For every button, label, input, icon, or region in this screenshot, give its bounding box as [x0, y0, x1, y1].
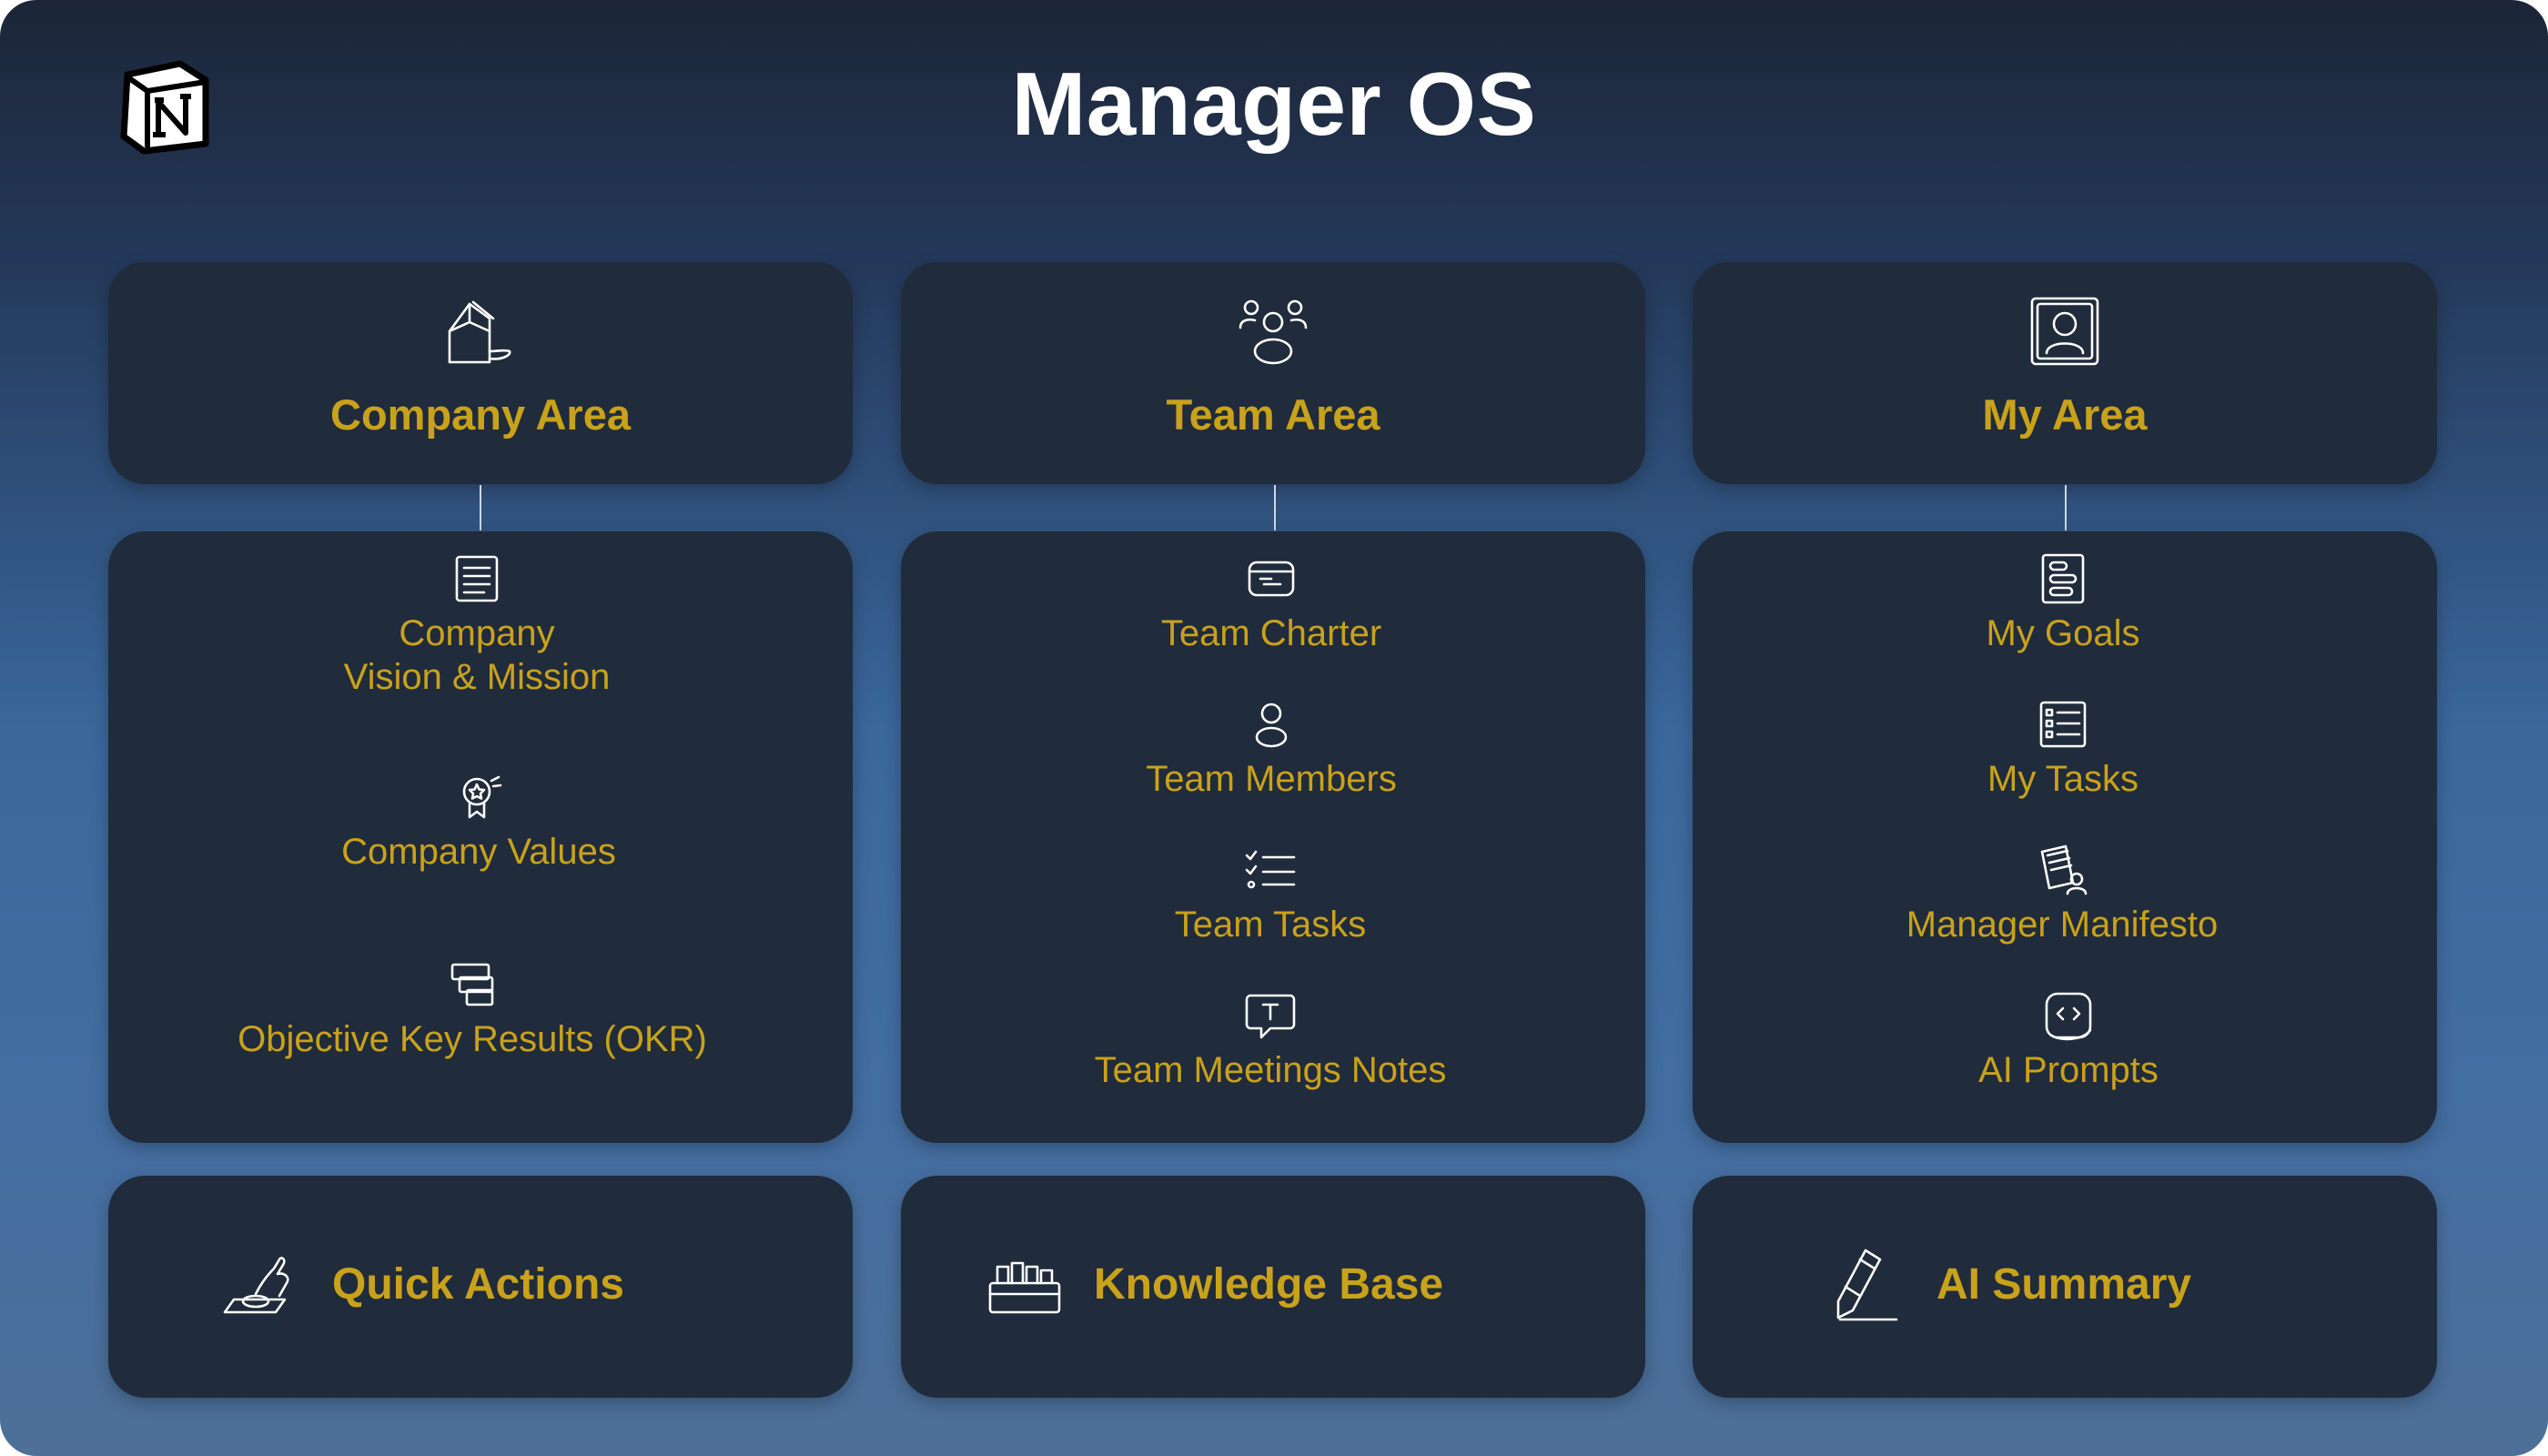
- item-label: Company Values: [341, 832, 616, 872]
- item-label: Team Tasks: [1174, 905, 1367, 945]
- item-label: Vision & Mission: [343, 657, 611, 697]
- list-item-team-charter[interactable]: Team Charter: [897, 551, 1645, 655]
- list-item-company-values[interactable]: Company Values: [105, 770, 853, 874]
- page-title: Manager OS: [1011, 54, 1537, 154]
- quick-actions-card[interactable]: Quick Actions: [108, 1176, 853, 1398]
- list-item-manager-manifesto[interactable]: Manager Manifesto: [1687, 843, 2437, 946]
- checklist-icon: [1245, 850, 1296, 889]
- my-area-card[interactable]: My Area: [1693, 262, 2437, 484]
- profile-frame-icon: [2030, 297, 2099, 366]
- company-area-list: Company Vision & Mission Company Values …: [108, 531, 853, 1143]
- company-area-label: Company Area: [330, 390, 631, 439]
- item-label: Objective Key Results (OKR): [238, 1019, 707, 1059]
- house-icon: [448, 300, 511, 364]
- award-badge-icon: [462, 775, 502, 819]
- my-area-label: My Area: [1982, 390, 2148, 439]
- list-item-my-goals[interactable]: My Goals: [1689, 551, 2437, 655]
- item-label: AI Prompts: [1978, 1050, 2159, 1090]
- item-label: Team Meetings Notes: [1094, 1050, 1447, 1090]
- item-label: My Goals: [1986, 613, 2140, 653]
- connector-line: [2065, 485, 2067, 531]
- connector-line: [1274, 485, 1276, 531]
- list-item-company-vision[interactable]: Company Vision & Mission: [101, 551, 853, 699]
- knowledge-base-label: Knowledge Base: [1094, 1260, 1444, 1309]
- document-icon: [455, 555, 499, 602]
- item-label: Company: [399, 613, 555, 653]
- goals-list-icon: [2041, 553, 2085, 604]
- list-item-my-tasks[interactable]: My Tasks: [1689, 697, 2437, 801]
- list-item-okr[interactable]: Objective Key Results (OKR): [92, 957, 853, 1061]
- chat-text-icon: [1245, 994, 1296, 1039]
- charter-board-icon: [1248, 561, 1295, 597]
- item-label: Team Members: [1146, 759, 1397, 799]
- team-area-card[interactable]: Team Area: [901, 262, 1645, 484]
- team-area-list: Team Charter Team Members Team Tasks Tea…: [901, 531, 1645, 1143]
- ai-summary-card[interactable]: AI Summary: [1693, 1176, 2437, 1398]
- page-background: Manager OS Company Area Team Area My Are…: [0, 0, 2548, 1456]
- hand-button-icon: [223, 1257, 289, 1314]
- list-item-team-tasks[interactable]: Team Tasks: [895, 843, 1645, 946]
- list-item-ai-prompts[interactable]: AI Prompts: [1700, 988, 2437, 1092]
- quick-actions-label: Quick Actions: [332, 1260, 624, 1309]
- company-area-card[interactable]: Company Area: [108, 262, 853, 484]
- list-item-team-meetings[interactable]: Team Meetings Notes: [895, 988, 1645, 1092]
- item-label: Manager Manifesto: [1906, 905, 2219, 945]
- team-area-label: Team Area: [1166, 390, 1380, 439]
- task-list-icon: [2039, 701, 2087, 748]
- notepad-person-icon: [2040, 844, 2088, 895]
- item-label: Team Charter: [1160, 613, 1382, 653]
- connector-line: [480, 485, 481, 531]
- person-icon: [1255, 703, 1288, 748]
- file-folders-icon: [988, 1261, 1061, 1314]
- stacked-cards-icon: [450, 963, 494, 1006]
- group-people-icon: [1239, 299, 1308, 365]
- list-item-team-members[interactable]: Team Members: [897, 697, 1645, 801]
- code-brackets-icon: [2045, 992, 2092, 1041]
- item-label: My Tasks: [1987, 759, 2138, 799]
- knowledge-base-card[interactable]: Knowledge Base: [901, 1176, 1645, 1398]
- my-area-list: My Goals My Tasks Manager Manifesto AI P…: [1693, 531, 2437, 1143]
- ai-summary-label: AI Summary: [1936, 1260, 2192, 1309]
- pencil-icon: [1836, 1249, 1898, 1321]
